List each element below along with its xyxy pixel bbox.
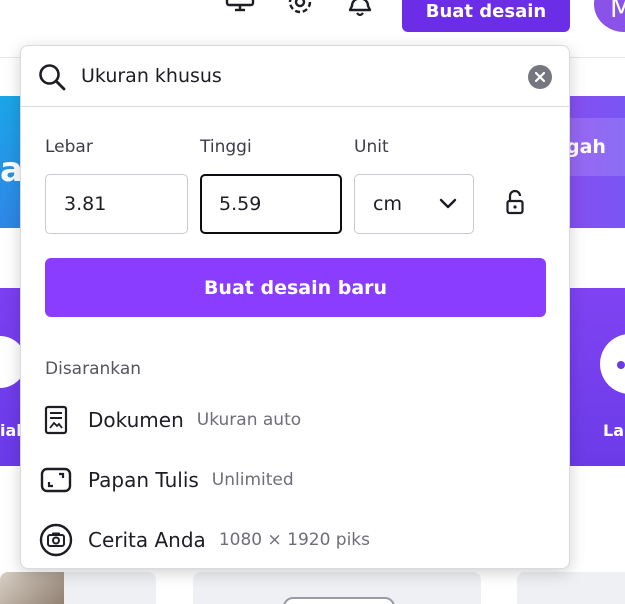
template-thumbnail[interactable] [0,572,156,604]
design-type-card-right-icon-dot [617,361,625,369]
create-new-design-button[interactable]: Buat desain baru [45,258,546,317]
document-icon [39,403,73,437]
height-input[interactable]: 5.59 [200,174,342,234]
design-type-card-left-label: ial [0,421,22,440]
suggestion-name: Dokumen [88,408,184,432]
clear-search-icon[interactable] [528,65,552,89]
unit-select[interactable]: cm [354,174,474,234]
desktop-app-icon[interactable] [222,0,258,22]
suggestion-item-document[interactable]: Dokumen Ukuran auto [39,393,549,447]
width-input[interactable]: 3.81 [45,174,188,234]
suggestion-item-story[interactable]: Cerita Anda 1080 × 1920 piks [39,513,549,567]
suggestion-meta: 1080 × 1920 piks [218,530,371,550]
canva-home-page: Buat desain M a ial gah La Ukuran khusus… [0,0,625,604]
template-thumbnail-pill [283,597,395,604]
width-label: Lebar [45,137,93,157]
width-value: 3.81 [64,193,107,215]
search-input[interactable] [81,60,501,92]
unlocked-aspect-ratio-icon[interactable] [503,189,527,217]
camera-icon [39,523,73,557]
suggestion-item-whiteboard[interactable]: Papan Tulis Unlimited [39,453,549,507]
search-icon [38,63,66,91]
search-bar [21,46,569,107]
template-thumbnail-photo [0,572,64,604]
whiteboard-icon [39,463,73,497]
template-thumbnail[interactable] [517,572,625,604]
user-avatar[interactable]: M [594,0,625,32]
hero-banner-right-text: gah [566,136,606,158]
custom-size-panel: Lebar Tinggi Unit 3.81 5.59 cm Buat desa… [20,45,570,569]
chevron-down-icon [439,193,457,215]
suggestion-meta: Ukuran auto [196,410,302,430]
settings-gear-icon[interactable] [282,0,318,22]
unit-label: Unit [354,137,389,157]
suggested-section-title: Disarankan [45,359,142,379]
suggestion-meta: Unlimited [211,470,294,490]
suggestion-name: Cerita Anda [88,528,206,552]
design-type-card-right-label: La [603,421,624,440]
height-label: Tinggi [200,137,252,157]
height-value: 5.59 [219,193,262,215]
notifications-bell-icon[interactable] [342,0,378,22]
create-design-button[interactable]: Buat desain [402,0,570,32]
suggestion-name: Papan Tulis [88,468,199,492]
unit-value: cm [373,193,402,215]
